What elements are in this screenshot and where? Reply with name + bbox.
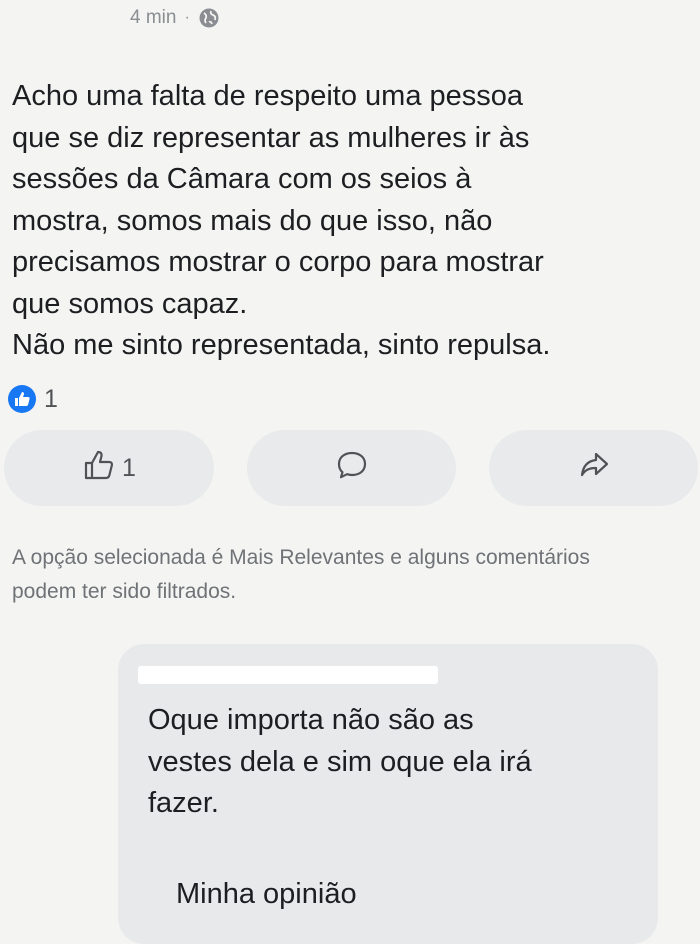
meta-separator: · [184, 9, 190, 26]
post-timestamp[interactable]: 4 min [130, 7, 176, 29]
comment-filter-note: A opção selecionada é Mais Relevantes e … [12, 546, 590, 603]
like-count: 1 [122, 453, 136, 482]
share-arrow-icon [577, 448, 611, 489]
post-body: Acho uma falta de respeito uma pessoa qu… [12, 80, 551, 361]
post-meta: 4 min · [130, 4, 220, 32]
thumbs-up-icon [82, 448, 116, 489]
like-button[interactable]: 1 [4, 430, 214, 506]
like-reaction-icon [8, 385, 36, 413]
reaction-count: 1 [44, 384, 58, 413]
globe-icon [198, 7, 220, 29]
comment-bubble-icon [335, 448, 369, 489]
commenter-avatar[interactable] [12, 650, 102, 720]
comment-extra-line: Minha opinião [176, 878, 357, 910]
comment-bubble: Oque importa não são as vestes dela e si… [118, 644, 658, 944]
comment-button[interactable] [247, 430, 456, 506]
comment-text: Oque importa não são as vestes dela e si… [148, 704, 532, 819]
reaction-summary[interactable]: 1 [8, 384, 58, 414]
commenter-name-redacted[interactable] [138, 666, 438, 684]
share-button[interactable] [489, 430, 698, 506]
